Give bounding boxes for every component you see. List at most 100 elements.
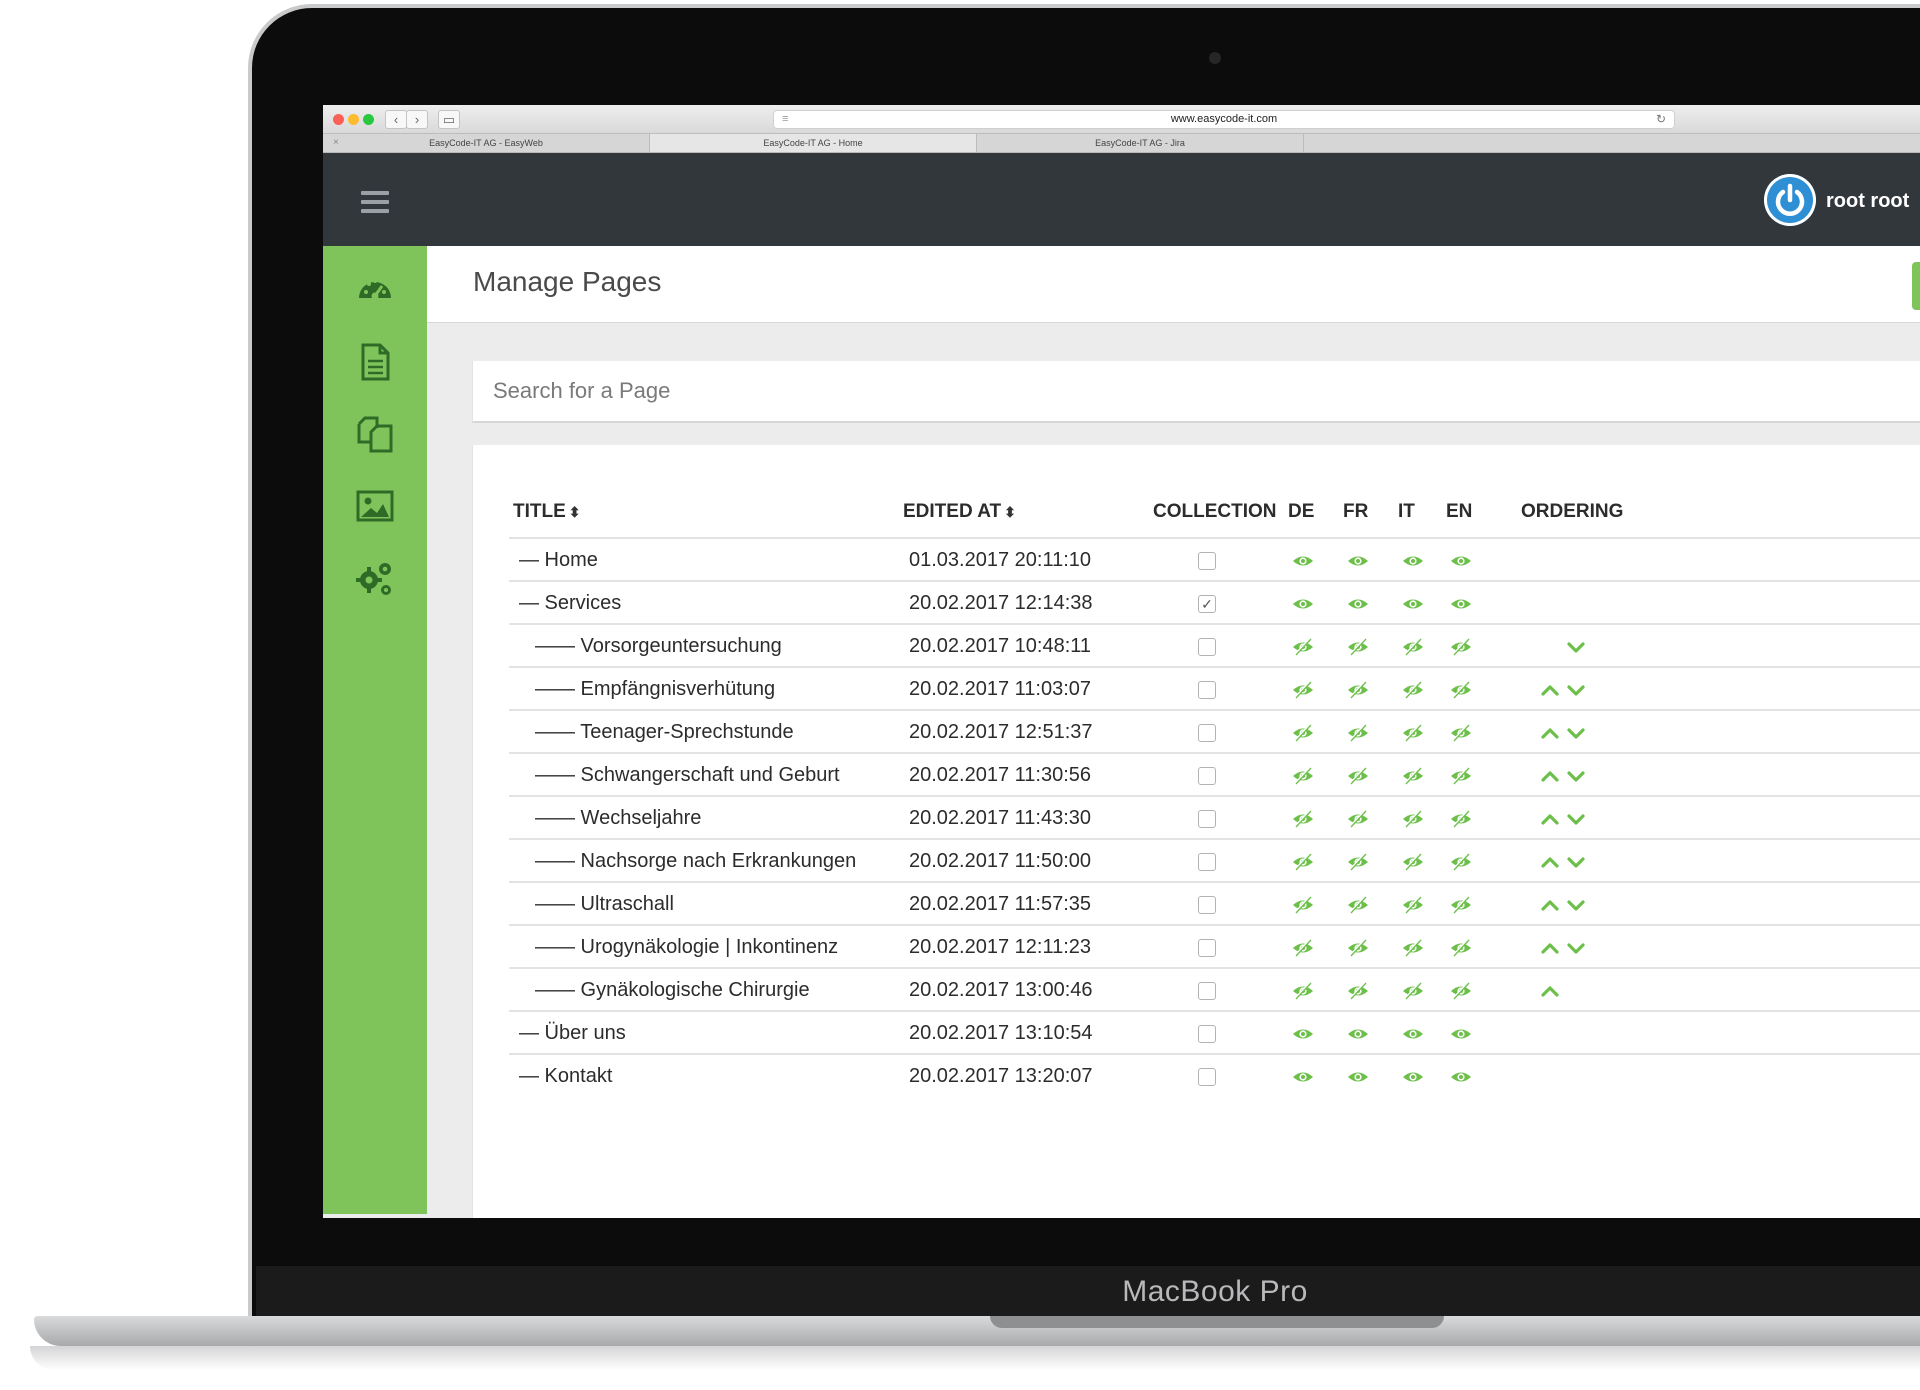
collection-checkbox[interactable]	[1198, 681, 1216, 699]
collection-checkbox[interactable]: ✓	[1198, 595, 1216, 613]
hidden-eye-icon[interactable]	[1401, 895, 1425, 915]
table-row[interactable]: —— Teenager-Sprechstunde 20.02.2017 12:51…	[509, 709, 1920, 754]
collection-checkbox[interactable]	[1198, 810, 1216, 828]
hidden-eye-icon[interactable]	[1401, 766, 1425, 786]
move-down-icon[interactable]	[1565, 937, 1587, 959]
hidden-eye-icon[interactable]	[1449, 637, 1473, 657]
move-down-icon[interactable]	[1565, 679, 1587, 701]
move-up-icon[interactable]	[1539, 765, 1561, 787]
sort-icon[interactable]: ⬍	[569, 504, 581, 520]
hidden-eye-icon[interactable]	[1291, 766, 1315, 786]
visible-eye-icon[interactable]	[1401, 1067, 1425, 1087]
visible-eye-icon[interactable]	[1346, 594, 1370, 614]
move-down-icon[interactable]	[1565, 808, 1587, 830]
visible-eye-icon[interactable]	[1346, 1024, 1370, 1044]
browser-tab-easyweb[interactable]: × EasyCode-IT AG - EasyWeb	[323, 134, 650, 152]
hidden-eye-icon[interactable]	[1449, 895, 1473, 915]
browser-tab-home[interactable]: EasyCode-IT AG - Home	[650, 134, 977, 152]
hidden-eye-icon[interactable]	[1291, 637, 1315, 657]
table-row[interactable]: —— Empfängnisverhütung 20.02.2017 11:03:0…	[509, 666, 1920, 711]
image-icon[interactable]	[353, 484, 397, 528]
back-icon[interactable]: ‹	[385, 110, 407, 129]
forward-icon[interactable]: ›	[406, 110, 428, 129]
visible-eye-icon[interactable]	[1291, 594, 1315, 614]
gears-icon[interactable]	[353, 556, 397, 600]
visible-eye-icon[interactable]	[1449, 551, 1473, 571]
collection-checkbox[interactable]	[1198, 853, 1216, 871]
visible-eye-icon[interactable]	[1346, 1067, 1370, 1087]
move-up-icon[interactable]	[1539, 894, 1561, 916]
table-row[interactable]: — Services 20.02.2017 12:14:38 ✓	[509, 580, 1920, 625]
column-header-edited-at[interactable]: EDITED AT ⬍	[903, 487, 1016, 537]
hidden-eye-icon[interactable]	[1346, 637, 1370, 657]
move-down-icon[interactable]	[1565, 722, 1587, 744]
action-button[interactable]	[1912, 262, 1920, 310]
collection-checkbox[interactable]	[1198, 767, 1216, 785]
move-up-icon[interactable]	[1539, 722, 1561, 744]
visible-eye-icon[interactable]	[1346, 551, 1370, 571]
table-row[interactable]: —— Ultraschall 20.02.2017 11:57:35	[509, 881, 1920, 926]
hidden-eye-icon[interactable]	[1291, 938, 1315, 958]
hidden-eye-icon[interactable]	[1291, 981, 1315, 1001]
table-row[interactable]: —— Urogynäkologie | Inkontinenz 20.02.201…	[509, 924, 1920, 969]
hidden-eye-icon[interactable]	[1346, 938, 1370, 958]
collection-checkbox[interactable]	[1198, 1025, 1216, 1043]
hidden-eye-icon[interactable]	[1401, 981, 1425, 1001]
collection-checkbox[interactable]	[1198, 939, 1216, 957]
move-up-icon[interactable]	[1539, 679, 1561, 701]
browser-tab-jira[interactable]: EasyCode-IT AG - Jira	[977, 134, 1304, 152]
hidden-eye-icon[interactable]	[1449, 852, 1473, 872]
visible-eye-icon[interactable]	[1449, 1024, 1473, 1044]
minimize-window-button[interactable]	[348, 114, 359, 125]
collection-checkbox[interactable]	[1198, 638, 1216, 656]
column-header-title[interactable]: TITLE ⬍	[513, 487, 581, 537]
move-down-icon[interactable]	[1565, 851, 1587, 873]
hidden-eye-icon[interactable]	[1346, 852, 1370, 872]
sort-icon[interactable]: ⬍	[1004, 504, 1016, 520]
hidden-eye-icon[interactable]	[1449, 680, 1473, 700]
address-bar[interactable]: ≡ www.easycode-it.com ↻	[773, 110, 1675, 129]
visible-eye-icon[interactable]	[1449, 594, 1473, 614]
hidden-eye-icon[interactable]	[1449, 723, 1473, 743]
move-down-icon[interactable]	[1565, 765, 1587, 787]
visible-eye-icon[interactable]	[1401, 1024, 1425, 1044]
hidden-eye-icon[interactable]	[1401, 723, 1425, 743]
hidden-eye-icon[interactable]	[1401, 852, 1425, 872]
move-up-icon[interactable]	[1539, 937, 1561, 959]
hidden-eye-icon[interactable]	[1346, 766, 1370, 786]
hidden-eye-icon[interactable]	[1346, 723, 1370, 743]
reader-icon[interactable]: ≡	[782, 111, 788, 128]
hidden-eye-icon[interactable]	[1346, 981, 1370, 1001]
sidebar-toggle-icon[interactable]: ▭	[438, 110, 460, 129]
hidden-eye-icon[interactable]	[1449, 938, 1473, 958]
hidden-eye-icon[interactable]	[1449, 809, 1473, 829]
hidden-eye-icon[interactable]	[1346, 809, 1370, 829]
visible-eye-icon[interactable]	[1401, 551, 1425, 571]
reload-icon[interactable]: ↻	[1656, 111, 1666, 128]
hidden-eye-icon[interactable]	[1291, 680, 1315, 700]
hidden-eye-icon[interactable]	[1449, 981, 1473, 1001]
move-up-icon[interactable]	[1539, 980, 1561, 1002]
copy-icon[interactable]	[353, 412, 397, 456]
collection-checkbox[interactable]	[1198, 896, 1216, 914]
hidden-eye-icon[interactable]	[1346, 680, 1370, 700]
hidden-eye-icon[interactable]	[1401, 680, 1425, 700]
table-row[interactable]: — Home 01.03.2017 20:11:10	[509, 537, 1920, 582]
move-up-icon[interactable]	[1539, 808, 1561, 830]
table-row[interactable]: —— Nachsorge nach Erkrankungen 20.02.2017…	[509, 838, 1920, 883]
hidden-eye-icon[interactable]	[1291, 723, 1315, 743]
visible-eye-icon[interactable]	[1291, 1067, 1315, 1087]
user-name[interactable]: root root	[1826, 190, 1909, 213]
hidden-eye-icon[interactable]	[1291, 809, 1315, 829]
table-row[interactable]: —— Vorsorgeuntersuchung 20.02.2017 10:48:…	[509, 623, 1920, 668]
visible-eye-icon[interactable]	[1449, 1067, 1473, 1087]
collection-checkbox[interactable]	[1198, 1068, 1216, 1086]
collection-checkbox[interactable]	[1198, 552, 1216, 570]
close-tab-icon[interactable]: ×	[333, 134, 339, 152]
move-down-icon[interactable]	[1565, 636, 1587, 658]
visible-eye-icon[interactable]	[1291, 551, 1315, 571]
hidden-eye-icon[interactable]	[1449, 766, 1473, 786]
hidden-eye-icon[interactable]	[1401, 637, 1425, 657]
page-title-link[interactable]: — Kontakt	[519, 1055, 612, 1107]
hidden-eye-icon[interactable]	[1291, 852, 1315, 872]
